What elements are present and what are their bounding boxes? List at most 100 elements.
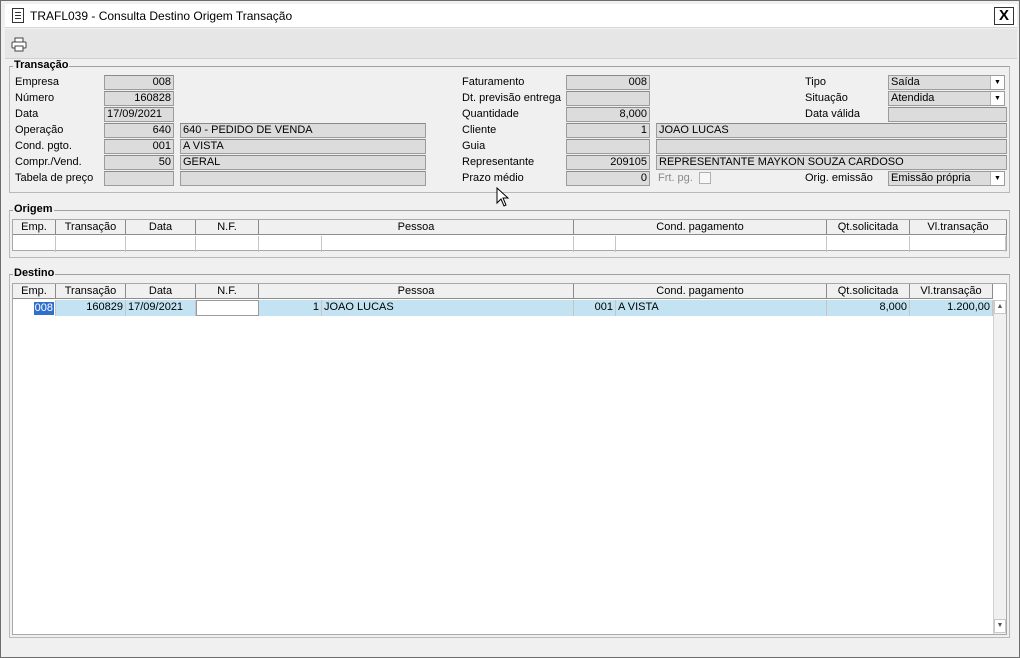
- origem-cell[interactable]: [56, 236, 126, 252]
- destino-col-cond[interactable]: Cond. pagamento: [574, 284, 827, 299]
- orig-emissao-select[interactable]: Emissão própria ▼: [888, 171, 1005, 186]
- destino-col-data[interactable]: Data: [126, 284, 196, 299]
- origem-col-nf[interactable]: N.F.: [196, 220, 259, 235]
- tipo-value: Saída: [891, 76, 920, 88]
- vertical-scrollbar[interactable]: ▲ ▼: [993, 300, 1006, 634]
- situacao-select[interactable]: Atendida ▼: [888, 91, 1005, 106]
- representante-name-field[interactable]: REPRESENTANTE MAYKON SOUZA CARDOSO: [656, 155, 1007, 170]
- operacao-label: Operação: [15, 124, 64, 136]
- destino-pessoa-code-cell[interactable]: 1: [259, 300, 322, 316]
- origem-cell[interactable]: [616, 236, 827, 252]
- chevron-down-icon[interactable]: ▼: [990, 76, 1004, 89]
- destino-col-pessoa[interactable]: Pessoa: [259, 284, 574, 299]
- destino-nf-cell[interactable]: [196, 300, 259, 316]
- data-label: Data: [15, 108, 39, 120]
- frt-pg-label: Frt. pg.: [658, 172, 693, 184]
- compr-vend-desc-field[interactable]: GERAL: [180, 155, 426, 170]
- destino-group-label: Destino: [13, 267, 56, 279]
- origem-col-pessoa[interactable]: Pessoa: [259, 220, 574, 235]
- scroll-up-icon[interactable]: ▲: [994, 300, 1006, 314]
- origem-col-vl[interactable]: Vl.transação: [910, 220, 1007, 235]
- situacao-value: Atendida: [891, 92, 935, 104]
- representante-label: Representante: [462, 156, 535, 168]
- origem-cell[interactable]: [574, 236, 616, 252]
- origem-col-cond[interactable]: Cond. pagamento: [574, 220, 827, 235]
- prazo-medio-label: Prazo médio: [462, 172, 524, 184]
- origem-col-transacao[interactable]: Transação: [56, 220, 126, 235]
- origem-empty-row[interactable]: [13, 236, 1006, 252]
- origem-col-qt[interactable]: Qt.solicitada: [827, 220, 910, 235]
- quantidade-field[interactable]: 8,000: [566, 107, 650, 122]
- destino-data-cell[interactable]: 17/09/2021: [126, 300, 196, 316]
- table-row[interactable]: 008 160829 17/09/2021 1 JOAO LUCAS 001 A…: [13, 300, 993, 316]
- transacao-group-label: Transação: [13, 59, 70, 71]
- document-icon: [12, 8, 24, 23]
- destino-emp-value: 008: [33, 302, 54, 315]
- orig-emissao-label: Orig. emissão: [805, 172, 873, 184]
- cliente-name-field[interactable]: JOAO LUCAS: [656, 123, 1007, 138]
- operacao-code-field[interactable]: 640: [104, 123, 174, 138]
- destino-col-emp[interactable]: Emp.: [13, 284, 56, 299]
- dt-previsao-label: Dt. previsão entrega: [462, 92, 562, 104]
- quantidade-label: Quantidade: [462, 108, 519, 120]
- tipo-label: Tipo: [805, 76, 826, 88]
- orig-emissao-value: Emissão própria: [891, 172, 971, 184]
- destino-cond-desc-cell[interactable]: A VISTA: [616, 300, 827, 316]
- destino-col-transacao[interactable]: Transação: [56, 284, 126, 299]
- destino-cond-code-cell[interactable]: 001: [574, 300, 616, 316]
- destino-col-nf[interactable]: N.F.: [196, 284, 259, 299]
- operacao-desc-field[interactable]: 640 - PEDIDO DE VENDA: [180, 123, 426, 138]
- frt-pg-checkbox[interactable]: [699, 172, 711, 184]
- cliente-code-field[interactable]: 1: [566, 123, 650, 138]
- compr-vend-code-field[interactable]: 50: [104, 155, 174, 170]
- tabela-preco-desc-field[interactable]: [180, 171, 426, 186]
- chevron-down-icon[interactable]: ▼: [990, 92, 1004, 105]
- tabela-preco-label: Tabela de preço: [15, 172, 94, 184]
- origem-cell[interactable]: [13, 236, 56, 252]
- origem-group-label: Origem: [13, 203, 54, 215]
- origem-col-emp[interactable]: Emp.: [13, 220, 56, 235]
- destino-vl-cell[interactable]: 1.200,00: [910, 300, 993, 316]
- destino-pessoa-name-cell[interactable]: JOAO LUCAS: [322, 300, 574, 316]
- guia-name-field[interactable]: [656, 139, 1007, 154]
- close-button[interactable]: X: [994, 7, 1014, 25]
- origem-cell[interactable]: [126, 236, 196, 252]
- guia-code-field[interactable]: [566, 139, 650, 154]
- dt-previsao-field[interactable]: [566, 91, 650, 106]
- data-valida-field[interactable]: [888, 107, 1007, 122]
- origem-grid[interactable]: Emp. Transação Data N.F. Pessoa Cond. pa…: [12, 219, 1007, 252]
- cond-pgto-desc-field[interactable]: A VISTA: [180, 139, 426, 154]
- origem-cell[interactable]: [322, 236, 574, 252]
- numero-label: Número: [15, 92, 55, 104]
- empresa-field[interactable]: 008: [104, 75, 174, 90]
- origem-cell[interactable]: [259, 236, 322, 252]
- data-field[interactable]: 17/09/2021: [104, 107, 174, 122]
- representante-code-field[interactable]: 209105: [566, 155, 650, 170]
- chevron-down-icon[interactable]: ▼: [990, 172, 1004, 185]
- cliente-label: Cliente: [462, 124, 497, 136]
- origem-cell[interactable]: [827, 236, 910, 252]
- data-valida-label: Data válida: [805, 108, 861, 120]
- destino-qt-cell[interactable]: 8,000: [827, 300, 910, 316]
- destino-transacao-cell[interactable]: 160829: [56, 300, 126, 316]
- printer-icon[interactable]: [11, 37, 27, 52]
- tabela-preco-code-field[interactable]: [104, 171, 174, 186]
- numero-field[interactable]: 160828: [104, 91, 174, 106]
- tipo-select[interactable]: Saída ▼: [888, 75, 1005, 90]
- cond-pgto-label: Cond. pgto.: [15, 140, 72, 152]
- destino-col-qt[interactable]: Qt.solicitada: [827, 284, 910, 299]
- destino-emp-cell[interactable]: 008: [13, 300, 56, 316]
- origem-cell[interactable]: [910, 236, 1006, 252]
- guia-label: Guia: [462, 140, 486, 152]
- origem-cell[interactable]: [196, 236, 259, 252]
- prazo-medio-field[interactable]: 0: [566, 171, 650, 186]
- scroll-down-icon[interactable]: ▼: [994, 619, 1006, 633]
- origem-col-data[interactable]: Data: [126, 220, 196, 235]
- situacao-label: Situação: [805, 92, 848, 104]
- destino-grid[interactable]: Emp. Transação Data N.F. Pessoa Cond. pa…: [12, 283, 1007, 635]
- faturamento-field[interactable]: 008: [566, 75, 650, 90]
- empresa-label: Empresa: [15, 76, 60, 88]
- window-title: TRAFL039 - Consulta Destino Origem Trans…: [30, 9, 293, 23]
- cond-pgto-code-field[interactable]: 001: [104, 139, 174, 154]
- destino-col-vl[interactable]: Vl.transação: [910, 284, 993, 299]
